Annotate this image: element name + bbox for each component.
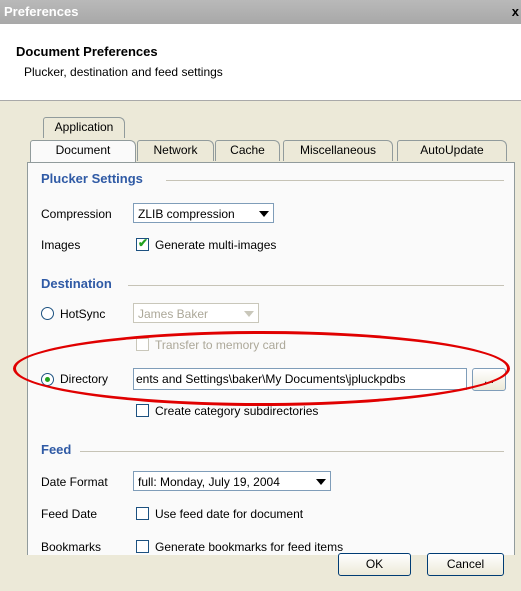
checkmark-icon: ✔ — [138, 236, 149, 250]
date-format-label: Date Format — [41, 475, 108, 489]
cancel-button[interactable]: Cancel — [427, 553, 504, 576]
ok-button[interactable]: OK — [338, 553, 411, 576]
compression-label: Compression — [41, 207, 112, 221]
page-title: Document Preferences — [16, 44, 158, 59]
images-checkbox[interactable]: ✔ — [136, 236, 149, 251]
highlight-ellipse — [13, 331, 510, 406]
tab-cache[interactable]: Cache — [215, 140, 280, 161]
hotsync-user-value: James Baker — [138, 307, 209, 321]
date-format-select[interactable]: full: Monday, July 19, 2004 — [133, 471, 331, 491]
hotsync-user-select[interactable]: James Baker — [133, 303, 259, 323]
tab-application[interactable]: Application — [43, 117, 125, 138]
close-icon[interactable]: x — [512, 4, 519, 19]
chevron-down-icon — [259, 211, 269, 217]
bookmarks-checkbox[interactable] — [136, 540, 149, 553]
images-label: Images — [41, 238, 81, 252]
feed-date-checkbox[interactable] — [136, 507, 149, 520]
tab-miscellaneous[interactable]: Miscellaneous — [283, 140, 393, 161]
tab-network[interactable]: Network — [137, 140, 214, 161]
chevron-down-icon — [316, 479, 326, 485]
subdirs-checkbox[interactable] — [136, 404, 149, 417]
hotsync-radio[interactable] — [41, 307, 54, 320]
section-plucker-settings: Plucker Settings — [41, 171, 143, 186]
section-divider — [80, 451, 504, 452]
page-subtitle: Plucker, destination and feed settings — [24, 65, 223, 79]
compression-select[interactable]: ZLIB compression — [133, 203, 274, 223]
section-divider — [166, 180, 504, 181]
chevron-down-icon — [244, 311, 254, 317]
hotsync-label: HotSync — [60, 307, 106, 321]
window-title: Preferences — [4, 4, 79, 19]
tab-document[interactable]: Document — [30, 140, 136, 163]
bookmarks-option-label: Generate bookmarks for feed items — [155, 540, 344, 554]
section-feed: Feed — [41, 442, 72, 457]
section-divider — [128, 285, 504, 286]
dialog-header: Document Preferences Plucker, destinatio… — [0, 24, 521, 100]
bookmarks-label: Bookmarks — [41, 540, 102, 554]
tab-autoupdate[interactable]: AutoUpdate — [397, 140, 507, 161]
date-format-value: full: Monday, July 19, 2004 — [138, 475, 280, 489]
images-option-label: Generate multi-images — [155, 238, 277, 252]
compression-value: ZLIB compression — [138, 207, 235, 221]
title-bar: Preferences x — [0, 0, 521, 24]
section-destination: Destination — [41, 276, 112, 291]
feed-date-option-label: Use feed date for document — [155, 507, 304, 521]
feed-date-label: Feed Date — [41, 507, 98, 521]
subdirs-label: Create category subdirectories — [155, 404, 319, 418]
